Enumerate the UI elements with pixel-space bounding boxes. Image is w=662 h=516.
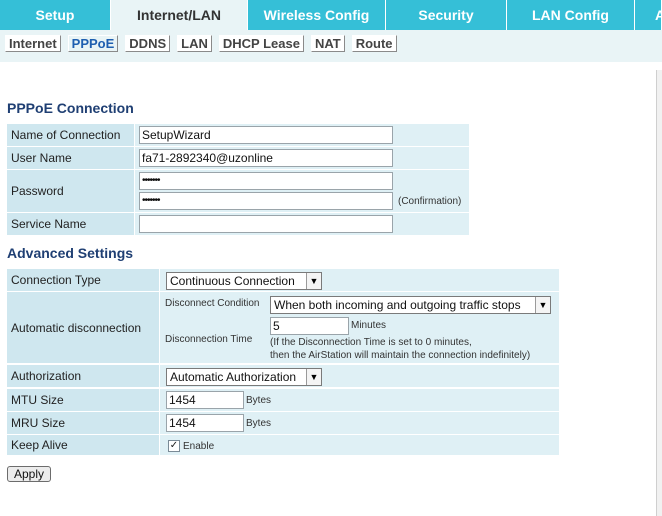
- subnav-route[interactable]: Route: [351, 35, 397, 52]
- tab-security[interactable]: Security: [386, 0, 507, 30]
- chevron-down-icon: ▼: [306, 273, 321, 289]
- disconnect-condition-select[interactable]: When both incoming and outgoing traffic …: [270, 296, 551, 314]
- password-confirm-input[interactable]: •••••••: [139, 192, 393, 210]
- subnav-pppoe[interactable]: PPPoE: [67, 35, 119, 52]
- disconnection-note-line2: then the AirStation will maintain the co…: [270, 350, 531, 361]
- authorization-label: Authorization: [7, 365, 159, 387]
- sub-nav: Internet PPPoE DDNS LAN DHCP Lease NAT R…: [0, 30, 662, 62]
- service-name-input[interactable]: [139, 215, 393, 233]
- keep-alive-label: Keep Alive: [7, 435, 159, 455]
- mtu-unit: Bytes: [246, 395, 272, 406]
- subnav-ddns[interactable]: DDNS: [125, 35, 171, 52]
- authorization-value: Automatic Authorization: [170, 370, 297, 384]
- advanced-heading: Advanced Settings: [7, 245, 134, 261]
- disconnection-time-label: Disconnection Time: [165, 334, 253, 345]
- apply-button[interactable]: Apply: [7, 466, 52, 482]
- confirmation-note: (Confirmation): [398, 196, 462, 207]
- tab-cut-off[interactable]: A: [635, 0, 662, 30]
- subnav-nat[interactable]: NAT: [310, 35, 345, 52]
- checkmark-icon: ✓: [169, 440, 179, 451]
- keep-alive-enable-label: Enable: [183, 441, 215, 452]
- disconnect-condition-label: Disconnect Condition: [165, 298, 260, 309]
- chevron-down-icon: ▼: [306, 369, 321, 385]
- keep-alive-cell: [160, 435, 559, 455]
- disconnect-condition-value: When both incoming and outgoing traffic …: [274, 298, 521, 312]
- tab-lan-config[interactable]: LAN Config: [507, 0, 635, 30]
- user-name-label: User Name: [7, 147, 134, 169]
- keep-alive-checkbox[interactable]: ✓: [168, 440, 180, 452]
- service-name-label: Service Name: [7, 213, 134, 235]
- mtu-size-label: MTU Size: [7, 389, 159, 411]
- password-input[interactable]: •••••••: [139, 172, 393, 190]
- subnav-dhcp-lease[interactable]: DHCP Lease: [218, 35, 304, 52]
- user-name-input[interactable]: fa71-2892340@uzonline: [139, 149, 393, 167]
- name-of-connection-input[interactable]: SetupWizard: [139, 126, 393, 144]
- subnav-lan[interactable]: LAN: [177, 35, 212, 52]
- mru-unit: Bytes: [246, 418, 272, 429]
- vertical-scrollbar[interactable]: [656, 70, 662, 516]
- mtu-size-input[interactable]: 1454: [166, 391, 244, 409]
- authorization-select[interactable]: Automatic Authorization ▼: [166, 368, 322, 386]
- minutes-unit: Minutes: [351, 320, 387, 331]
- name-of-connection-label: Name of Connection: [7, 124, 134, 146]
- tab-setup[interactable]: Setup: [0, 0, 111, 30]
- connection-type-select[interactable]: Continuous Connection ▼: [166, 272, 322, 290]
- mru-size-label: MRU Size: [7, 412, 159, 434]
- chevron-down-icon: ▼: [535, 297, 550, 313]
- top-nav: Setup Internet/LAN Wireless Config Secur…: [0, 0, 662, 30]
- password-label: Password: [7, 170, 134, 212]
- tab-internet-lan[interactable]: Internet/LAN: [111, 0, 248, 30]
- tab-wireless-config[interactable]: Wireless Config: [248, 0, 386, 30]
- mru-size-input[interactable]: 1454: [166, 414, 244, 432]
- pppoe-heading: PPPoE Connection: [7, 100, 134, 116]
- subnav-internet[interactable]: Internet: [5, 35, 61, 52]
- disconnection-time-input[interactable]: 5: [270, 317, 349, 335]
- connection-type-label: Connection Type: [7, 269, 159, 291]
- connection-type-value: Continuous Connection: [170, 274, 295, 288]
- automatic-disconnection-label: Automatic disconnection: [7, 292, 159, 363]
- disconnection-note-line1: (If the Disconnection Time is set to 0 m…: [270, 337, 472, 348]
